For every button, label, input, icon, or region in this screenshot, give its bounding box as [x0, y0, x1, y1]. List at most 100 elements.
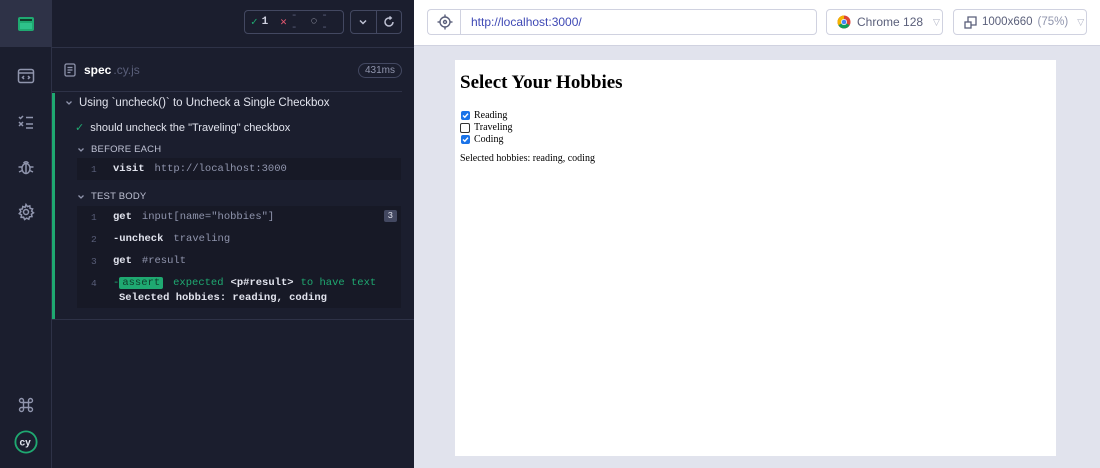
before-each-commands: 1 visit http://localhost:3000 [77, 158, 401, 180]
test-title[interactable]: ✓ should uncheck the "Traveling" checkbo… [75, 121, 291, 135]
app-logo-button[interactable] [0, 0, 52, 47]
hobby-reading-row: Reading [461, 110, 507, 121]
spec-name: spec [84, 63, 112, 77]
chevron-down-icon [359, 19, 367, 25]
command-number: 2 [91, 233, 97, 245]
side-nav: cy [0, 0, 52, 468]
reporter-controls [350, 10, 402, 34]
reading-checkbox[interactable] [461, 111, 470, 120]
chevron-down-icon: ▽ [1077, 16, 1085, 27]
app-preview-area: http://localhost:3000/ Chrome 128 ▽ 1000… [414, 0, 1100, 468]
test-body-label: TEST BODY [91, 191, 147, 202]
failed-x-icon: ✕ [280, 17, 287, 29]
browser-name: Chrome 128 [857, 15, 924, 29]
command-message: input[name="hobbies"] [141, 211, 275, 223]
browser-selector[interactable]: Chrome 128 ▽ [826, 9, 943, 35]
command-message: #result [141, 255, 187, 267]
before-each-hook-header[interactable]: BEFORE EACH [77, 144, 161, 155]
element-count-badge: 3 [383, 210, 397, 222]
command-row[interactable]: 2 -uncheck traveling [77, 228, 401, 250]
result-text: Selected hobbies: reading, coding [460, 153, 595, 164]
debug-nav-button[interactable] [14, 155, 38, 179]
command-number: 1 [91, 163, 97, 175]
specs-icon [17, 68, 35, 84]
test-suite: Using `uncheck()` to Uncheck a Single Ch… [52, 93, 414, 319]
preview-toolbar: http://localhost:3000/ Chrome 128 ▽ 1000… [414, 0, 1100, 46]
suite-title-text: Using `uncheck()` to Uncheck a Single Ch… [79, 97, 330, 109]
assert-expected-value: Selected hobbies: reading, coding [119, 292, 327, 304]
spec-header: spec .cy.js 431ms [64, 58, 402, 82]
traveling-label: Traveling [474, 122, 513, 133]
app-under-test-frame: Select Your Hobbies Reading Traveling Co… [455, 60, 1056, 456]
header-divider [52, 47, 414, 48]
svg-text:cy: cy [20, 438, 32, 449]
command-message: http://localhost:3000 [154, 163, 287, 175]
spec-extension: .cy.js [113, 63, 140, 77]
failed-count: -- [290, 10, 298, 34]
command-number: 3 [91, 255, 97, 267]
project-icon [18, 16, 34, 31]
coding-label: Coding [474, 134, 504, 145]
viewport-info[interactable]: 1000x660 (75%) ▽ [953, 9, 1087, 35]
chevron-down-icon [66, 101, 72, 105]
crosshair-icon [437, 14, 452, 30]
command-row[interactable]: 3 get #result [77, 250, 401, 272]
cypress-logo-icon: cy [14, 430, 38, 454]
runs-icon [18, 115, 33, 129]
settings-nav-button[interactable] [14, 200, 38, 224]
hobby-traveling-row: Traveling [460, 122, 513, 133]
test-title-text: should uncheck the "Traveling" checkbox [90, 121, 291, 134]
chevron-down-icon [78, 147, 84, 152]
specs-nav-button[interactable] [14, 64, 38, 88]
command-name: get [113, 211, 132, 223]
suite-title[interactable]: Using `uncheck()` to Uncheck a Single Ch… [65, 97, 330, 109]
test-body-header[interactable]: TEST BODY [77, 191, 146, 202]
spec-divider [52, 91, 402, 92]
chevron-down-icon: ▽ [933, 16, 940, 27]
keyboard-shortcuts-icon [18, 397, 34, 413]
spec-duration: 431ms [357, 62, 402, 78]
debug-icon [18, 161, 34, 175]
passed-count: 1 [261, 16, 269, 28]
command-name: -uncheck [113, 233, 164, 245]
passed-check-icon: ✓ [251, 17, 258, 29]
chevron-down-icon [78, 194, 84, 199]
traveling-checkbox[interactable] [460, 122, 470, 133]
keyboard-shortcuts-button[interactable] [14, 393, 38, 417]
command-log-reporter: ✓ 1 ✕ -- ◌ -- spec .cy.js 431ms Using `u… [52, 0, 414, 468]
url-bar[interactable]: http://localhost:3000/ [460, 9, 817, 35]
toggle-collapse-button[interactable] [351, 11, 376, 33]
suite-divider [52, 319, 414, 320]
command-number: 1 [91, 211, 97, 223]
command-message: traveling [173, 233, 231, 245]
viewport-zoom: (75%) [1037, 16, 1069, 28]
settings-icon [18, 203, 35, 221]
reading-label: Reading [474, 110, 508, 121]
rerun-button[interactable] [375, 11, 402, 33]
command-row[interactable]: 1 visit http://localhost:3000 [77, 158, 401, 180]
selector-playground-button[interactable] [427, 9, 461, 35]
command-name: visit [113, 163, 145, 175]
command-row[interactable]: 1 get input[name="hobbies"] 3 [77, 206, 401, 228]
passed-check-icon: ✓ [75, 122, 85, 134]
pending-count: -- [321, 10, 328, 34]
cypress-logo-button[interactable]: cy [14, 430, 38, 454]
document-icon [64, 63, 76, 77]
coding-checkbox[interactable] [461, 135, 470, 144]
test-stats[interactable]: ✓ 1 ✕ -- ◌ -- [244, 10, 344, 34]
assert-command-row-continued: Selected hobbies: reading, coding [77, 288, 401, 308]
page-heading: Select Your Hobbies [460, 72, 623, 93]
pending-spinner-icon: ◌ [310, 16, 318, 28]
chrome-icon [837, 15, 851, 29]
command-number: 4 [91, 277, 97, 289]
viewport-resize-icon [964, 15, 977, 29]
refresh-icon [384, 16, 394, 27]
checkmark-icon [462, 113, 469, 119]
hobby-coding-row: Coding [461, 134, 503, 145]
command-name: get [113, 255, 132, 267]
test-body-commands: 1 get input[name="hobbies"] 3 2 -uncheck… [77, 206, 401, 308]
url-text: http://localhost:3000/ [471, 15, 582, 29]
runs-nav-button[interactable] [14, 110, 38, 134]
before-each-label: BEFORE EACH [91, 144, 162, 155]
checkmark-icon [462, 137, 469, 143]
